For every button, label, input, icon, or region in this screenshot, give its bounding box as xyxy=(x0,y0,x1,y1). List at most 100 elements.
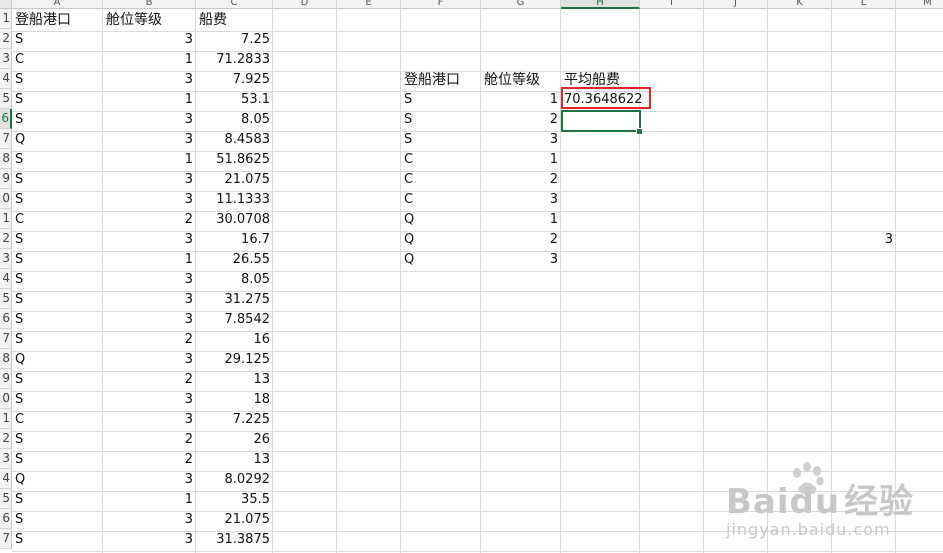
row-header-9[interactable]: 9 xyxy=(0,169,12,189)
cell-b20[interactable]: 3 xyxy=(103,390,196,410)
cell-a19[interactable]: S xyxy=(12,370,103,390)
cell-a22[interactable]: S xyxy=(12,430,103,450)
cell-a6[interactable]: S xyxy=(12,110,103,130)
cell-b14[interactable]: 3 xyxy=(103,270,196,290)
cell-f5[interactable]: S xyxy=(401,90,481,110)
cell-c19[interactable]: 13 xyxy=(196,370,273,390)
cell-a26[interactable]: S xyxy=(12,510,103,530)
cell-c23[interactable]: 13 xyxy=(196,450,273,470)
spreadsheet-grid[interactable]: ABCDEFGHIJKLM 12345678901234567890123456… xyxy=(0,0,943,553)
row-header-6[interactable]: 6 xyxy=(0,109,12,129)
column-header-b[interactable]: B xyxy=(103,0,196,9)
cell-f10[interactable]: C xyxy=(401,190,481,210)
cell-a21[interactable]: C xyxy=(12,410,103,430)
cell-c6[interactable]: 8.05 xyxy=(196,110,273,130)
column-header-m[interactable]: M xyxy=(896,0,943,9)
fill-handle[interactable] xyxy=(636,128,643,135)
cell-a17[interactable]: S xyxy=(12,330,103,350)
row-header-8[interactable]: 8 xyxy=(0,149,12,169)
column-header-h[interactable]: H xyxy=(561,0,640,9)
cell-b4[interactable]: 3 xyxy=(103,70,196,90)
row-header-5[interactable]: 5 xyxy=(0,89,12,109)
cell-c18[interactable]: 29.125 xyxy=(196,350,273,370)
cell-a11[interactable]: C xyxy=(12,210,103,230)
cell-c4[interactable]: 7.925 xyxy=(196,70,273,90)
row-header-1[interactable]: 1 xyxy=(0,9,12,29)
cell-f13[interactable]: Q xyxy=(401,250,481,270)
cell-f7[interactable]: S xyxy=(401,130,481,150)
row-header-22[interactable]: 2 xyxy=(0,429,12,449)
row-header-21[interactable]: 1 xyxy=(0,409,12,429)
cell-c3[interactable]: 71.2833 xyxy=(196,50,273,70)
cell-g10[interactable]: 3 xyxy=(481,190,561,210)
cell-c16[interactable]: 7.8542 xyxy=(196,310,273,330)
cell-a13[interactable]: S xyxy=(12,250,103,270)
column-header-e[interactable]: E xyxy=(337,0,401,9)
cell-c5[interactable]: 53.1 xyxy=(196,90,273,110)
cell-a4[interactable]: S xyxy=(12,70,103,90)
row-header-3[interactable]: 3 xyxy=(0,49,12,69)
row-header-12[interactable]: 2 xyxy=(0,229,12,249)
cell-b25[interactable]: 1 xyxy=(103,490,196,510)
row-header-7[interactable]: 7 xyxy=(0,129,12,149)
row-header-16[interactable]: 6 xyxy=(0,309,12,329)
row-header-23[interactable]: 3 xyxy=(0,449,12,469)
cell-a25[interactable]: S xyxy=(12,490,103,510)
cell-b12[interactable]: 3 xyxy=(103,230,196,250)
cell-c8[interactable]: 51.8625 xyxy=(196,150,273,170)
cell-a9[interactable]: S xyxy=(12,170,103,190)
cell-c20[interactable]: 18 xyxy=(196,390,273,410)
column-header-d[interactable]: D xyxy=(273,0,337,9)
cell-a3[interactable]: C xyxy=(12,50,103,70)
cell-g8[interactable]: 1 xyxy=(481,150,561,170)
cell-b18[interactable]: 3 xyxy=(103,350,196,370)
row-header-2[interactable]: 2 xyxy=(0,29,12,49)
select-all-corner[interactable] xyxy=(0,0,12,9)
cell-f9[interactable]: C xyxy=(401,170,481,190)
row-header-10[interactable]: 0 xyxy=(0,189,12,209)
cell-g6[interactable]: 2 xyxy=(481,110,561,130)
cell-a20[interactable]: S xyxy=(12,390,103,410)
cell-a23[interactable]: S xyxy=(12,450,103,470)
cell-b3[interactable]: 1 xyxy=(103,50,196,70)
cell-c27[interactable]: 31.3875 xyxy=(196,530,273,550)
cell-c13[interactable]: 26.55 xyxy=(196,250,273,270)
cell-a16[interactable]: S xyxy=(12,310,103,330)
cell-b15[interactable]: 3 xyxy=(103,290,196,310)
cell-b27[interactable]: 3 xyxy=(103,530,196,550)
cell-a14[interactable]: S xyxy=(12,270,103,290)
cell-c9[interactable]: 21.075 xyxy=(196,170,273,190)
cell-c10[interactable]: 11.1333 xyxy=(196,190,273,210)
row-header-11[interactable]: 1 xyxy=(0,209,12,229)
cell-c2[interactable]: 7.25 xyxy=(196,30,273,50)
cell-c25[interactable]: 35.5 xyxy=(196,490,273,510)
cell-a27[interactable]: S xyxy=(12,530,103,550)
cell-g9[interactable]: 2 xyxy=(481,170,561,190)
cell-a12[interactable]: S xyxy=(12,230,103,250)
cell-c1[interactable]: 船费 xyxy=(196,10,273,30)
cell-g7[interactable]: 3 xyxy=(481,130,561,150)
cell-b23[interactable]: 2 xyxy=(103,450,196,470)
cell-c11[interactable]: 30.0708 xyxy=(196,210,273,230)
cell-b8[interactable]: 1 xyxy=(103,150,196,170)
cell-f12[interactable]: Q xyxy=(401,230,481,250)
row-header-26[interactable]: 6 xyxy=(0,509,12,529)
row-header-19[interactable]: 9 xyxy=(0,369,12,389)
row-header-18[interactable]: 8 xyxy=(0,349,12,369)
cell-g5[interactable]: 1 xyxy=(481,90,561,110)
cell-b1[interactable]: 舱位等级 xyxy=(103,10,196,30)
cell-a10[interactable]: S xyxy=(12,190,103,210)
row-header-24[interactable]: 4 xyxy=(0,469,12,489)
cell-c12[interactable]: 16.7 xyxy=(196,230,273,250)
cell-a2[interactable]: S xyxy=(12,30,103,50)
column-header-i[interactable]: I xyxy=(640,0,704,9)
cell-f11[interactable]: Q xyxy=(401,210,481,230)
cell-g11[interactable]: 1 xyxy=(481,210,561,230)
column-header-c[interactable]: C xyxy=(196,0,273,9)
cell-b2[interactable]: 3 xyxy=(103,30,196,50)
row-header-20[interactable]: 0 xyxy=(0,389,12,409)
cell-c15[interactable]: 31.275 xyxy=(196,290,273,310)
cell-l12[interactable]: 3 xyxy=(832,230,896,250)
cell-g12[interactable]: 2 xyxy=(481,230,561,250)
column-header-j[interactable]: J xyxy=(704,0,768,9)
